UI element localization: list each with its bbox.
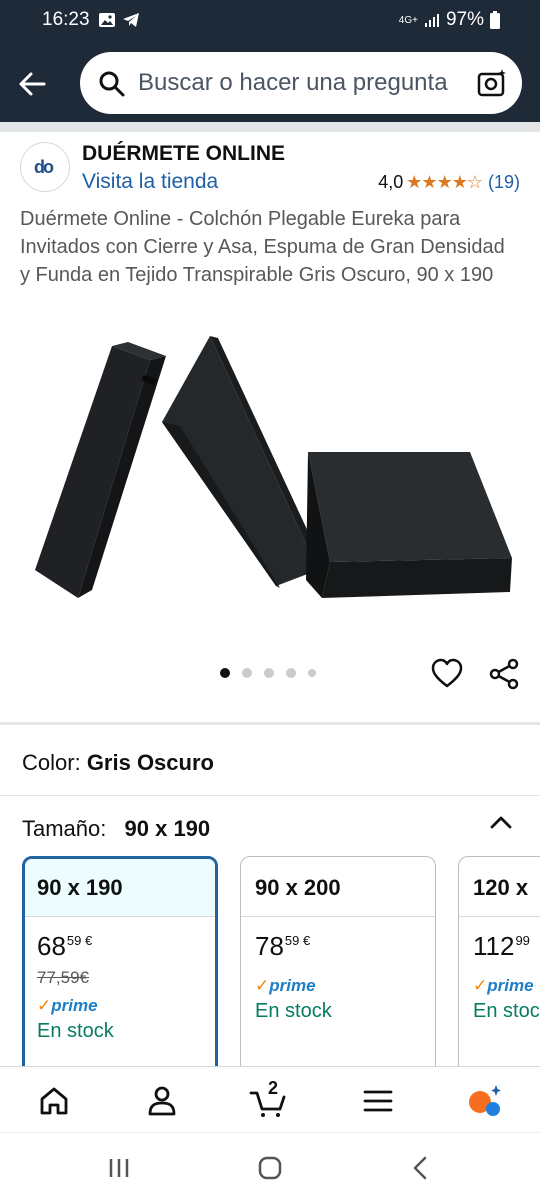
cart-count-badge: 2 bbox=[268, 1078, 279, 1098]
rating-count[interactable]: (19) bbox=[488, 172, 520, 193]
rating-value: 4,0 bbox=[378, 172, 404, 192]
prime-badge: ✓prime bbox=[37, 996, 98, 1015]
carousel-dot[interactable] bbox=[220, 668, 230, 678]
carousel-dot[interactable] bbox=[286, 668, 296, 678]
stock-status: En stoc bbox=[473, 1000, 540, 1022]
bottom-navigation bbox=[0, 1066, 540, 1132]
camera-search-icon[interactable] bbox=[476, 67, 508, 99]
size-selector-header[interactable]: Tamaño: 90 x 190 bbox=[22, 816, 210, 842]
price: 7859 € bbox=[255, 931, 311, 961]
price: 6859 € bbox=[37, 931, 93, 961]
search-row: Buscar o hacer una pregunta bbox=[0, 52, 540, 116]
section-divider bbox=[0, 722, 540, 725]
size-option-name: 120 x bbox=[459, 857, 540, 917]
search-input[interactable]: Buscar o hacer una pregunta bbox=[138, 69, 448, 97]
size-value: 90 x 190 bbox=[124, 816, 211, 841]
stock-status: En stock bbox=[37, 1020, 114, 1042]
color-label: Color: bbox=[22, 750, 81, 775]
gallery-icon bbox=[99, 13, 115, 27]
back-button-icon[interactable] bbox=[406, 1153, 436, 1183]
size-options: 90 x 190 6859 € 77,59€ ✓prime En stock 9… bbox=[22, 856, 540, 1066]
account-icon[interactable] bbox=[142, 1081, 182, 1121]
battery-text: 97% bbox=[445, 9, 484, 30]
visit-store-link[interactable]: Visita la tienda bbox=[82, 170, 218, 194]
notification-icons bbox=[98, 11, 140, 29]
old-price: 77,59€ bbox=[37, 968, 89, 987]
status-bar: 16:23 4G+ 97% bbox=[0, 0, 540, 40]
header-divider bbox=[0, 122, 540, 132]
carousel-dot[interactable] bbox=[308, 669, 316, 677]
prime-check-icon: ✓ bbox=[473, 976, 488, 995]
home-button-icon[interactable] bbox=[255, 1153, 285, 1183]
price: 11299 bbox=[473, 931, 530, 961]
size-option-card[interactable]: 120 x 11299 ✓prime En stoc bbox=[458, 856, 540, 1066]
signal-icon bbox=[424, 14, 439, 27]
seller-logo[interactable]: do bbox=[20, 142, 70, 192]
size-label: Tamaño: bbox=[22, 816, 107, 841]
seller-name: DUÉRMETE ONLINE bbox=[82, 142, 286, 165]
recent-apps-icon[interactable] bbox=[104, 1153, 134, 1183]
menu-icon[interactable] bbox=[358, 1081, 398, 1121]
seller-row: do DUÉRMETE ONLINE Visita la tienda 4,0 … bbox=[0, 132, 540, 202]
prime-badge: ✓prime bbox=[473, 976, 534, 995]
search-icon bbox=[99, 71, 125, 97]
section-divider bbox=[0, 795, 540, 796]
rating-summary[interactable]: 4,0 ★★★★☆ (19) bbox=[378, 172, 520, 193]
prime-badge: ✓prime bbox=[255, 976, 316, 995]
search-box[interactable]: Buscar o hacer una pregunta bbox=[80, 52, 522, 114]
carousel-dot[interactable] bbox=[264, 668, 274, 678]
home-icon[interactable] bbox=[34, 1081, 74, 1121]
product-image[interactable] bbox=[30, 330, 520, 610]
share-icon[interactable] bbox=[487, 657, 521, 691]
system-navigation-bar bbox=[0, 1132, 540, 1200]
size-option-name: 90 x 190 bbox=[25, 859, 215, 917]
status-right: 4G+ 97% bbox=[399, 9, 500, 31]
back-arrow-icon[interactable] bbox=[14, 66, 50, 102]
telegram-icon bbox=[123, 13, 139, 27]
prime-check-icon: ✓ bbox=[37, 996, 52, 1015]
size-option-card[interactable]: 90 x 190 6859 € 77,59€ ✓prime En stock bbox=[22, 856, 218, 1066]
rufus-assistant-icon[interactable] bbox=[464, 1081, 504, 1121]
chevron-up-icon[interactable] bbox=[488, 810, 514, 836]
image-carousel-dots[interactable] bbox=[220, 668, 316, 678]
prime-check-icon: ✓ bbox=[255, 976, 270, 995]
color-selector[interactable]: Color: Gris Oscuro bbox=[22, 750, 214, 776]
size-option-name: 90 x 200 bbox=[241, 857, 435, 917]
color-value: Gris Oscuro bbox=[86, 750, 214, 775]
carousel-dot[interactable] bbox=[242, 668, 252, 678]
battery-icon bbox=[490, 11, 500, 29]
status-time: 16:23 bbox=[42, 9, 90, 30]
size-option-card[interactable]: 90 x 200 7859 € ✓prime En stock bbox=[240, 856, 436, 1066]
product-title: Duérmete Online - Colchón Plegable Eurek… bbox=[20, 208, 505, 286]
star-rating-icon: ★★★★☆ bbox=[406, 172, 483, 192]
heart-icon[interactable] bbox=[430, 657, 464, 691]
stock-status: En stock bbox=[255, 1000, 332, 1022]
network-type: 4G+ bbox=[398, 14, 418, 26]
